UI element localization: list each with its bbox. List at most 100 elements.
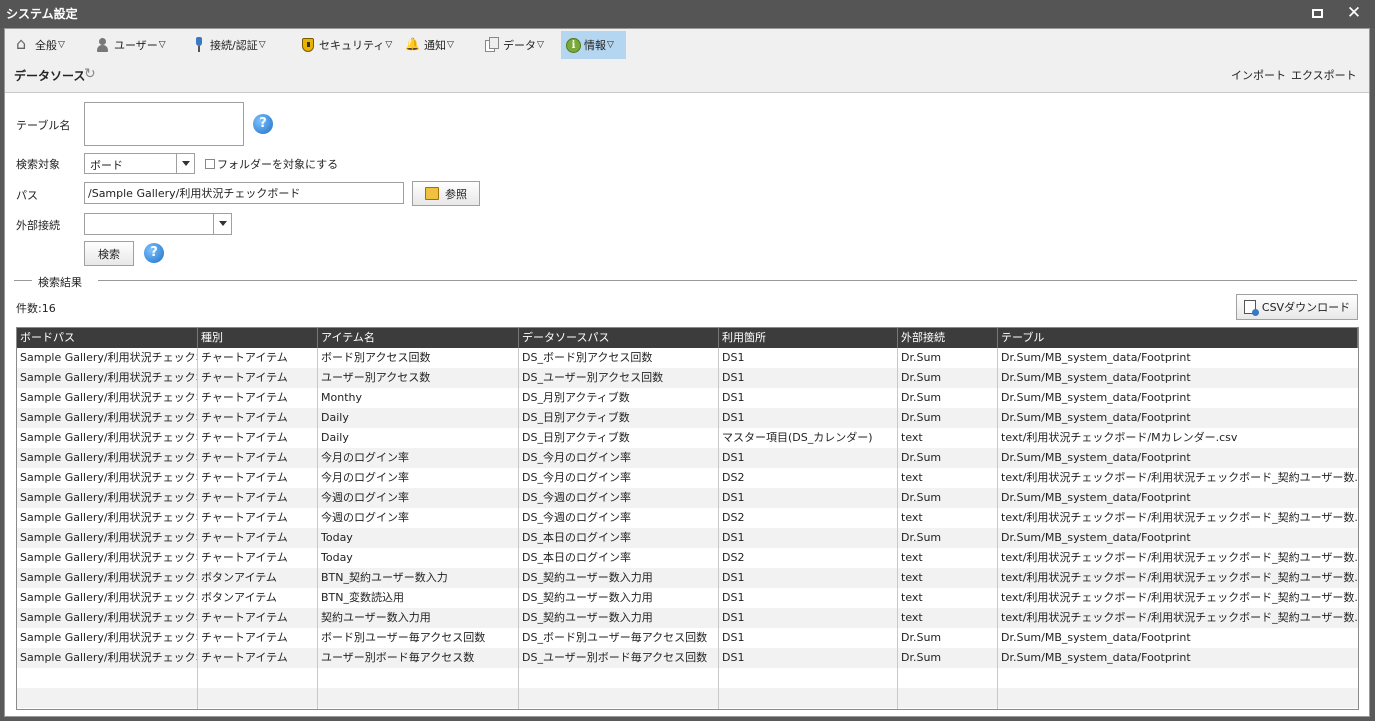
table-cell: DS_ボード別アクセス回数 (522, 351, 653, 364)
table-row[interactable]: Sample Gallery/利用状況チェックボードチャートアイテム Today D… (17, 528, 1358, 548)
table-cell: text (901, 591, 923, 604)
help-icon[interactable]: ? (144, 243, 164, 263)
table-cell: Sample Gallery/利用状況チェックボード (20, 631, 198, 644)
table-cell: DS_ユーザー別アクセス回数 (522, 371, 664, 384)
table-cell: Dr.Sum/MB_system_data/Footprint (1001, 651, 1191, 664)
table-row[interactable]: Sample Gallery/利用状況チェックボードチャートアイテム Daily D… (17, 408, 1358, 428)
refresh-icon[interactable]: ↻ (84, 66, 96, 82)
menu-data[interactable]: データ ▽ (479, 31, 549, 59)
table-cell: チャートアイテム (201, 651, 288, 664)
table-cell: チャートアイテム (201, 371, 288, 384)
table-row[interactable]: Sample Gallery/利用状況チェックボードチャートアイテム ボード別ユー… (17, 628, 1358, 648)
chevron-down-icon: ▽ (58, 40, 65, 50)
table-cell: チャートアイテム (201, 391, 288, 404)
help-icon[interactable]: ? (253, 114, 273, 134)
column-header-board-path[interactable]: ボードパス (17, 328, 198, 348)
table-row[interactable]: Sample Gallery/利用状況チェックボードボタンアイテム BTN_変数読… (17, 588, 1358, 608)
csv-download-icon (1243, 300, 1259, 316)
shield-icon (300, 37, 316, 53)
table-name-label: テーブル名 (16, 119, 71, 132)
menu-security[interactable]: セキュリティ ▽ (295, 31, 397, 59)
table-cell: Dr.Sum (901, 451, 942, 464)
browse-button[interactable]: 参照 (412, 181, 480, 206)
column-divider (897, 348, 898, 709)
search-button[interactable]: 検索 (84, 241, 134, 266)
menu-info[interactable]: i 情報 ▽ (561, 31, 626, 59)
folder-target-checkbox[interactable]: フォルダーを対象にする (205, 156, 338, 172)
table-cell: text/利用状況チェックボード/利用状況チェックボード_契約ユーザー数.csv (1001, 591, 1358, 604)
table-cell: チャートアイテム (201, 631, 288, 644)
table-row[interactable]: Sample Gallery/利用状況チェックボードチャートアイテム 契約ユーザー… (17, 608, 1358, 628)
column-header-external-connection[interactable]: 外部接続 (898, 328, 998, 348)
column-header-datasource-path[interactable]: データソースパス (519, 328, 719, 348)
table-cell: Dr.Sum (901, 411, 942, 424)
table-row[interactable]: Sample Gallery/利用状況チェックボードチャートアイテム ボード別アク… (17, 348, 1358, 368)
table-cell: チャートアイテム (201, 551, 288, 564)
table-row[interactable]: Sample Gallery/利用状況チェックボードチャートアイテム Daily D… (17, 428, 1358, 448)
table-cell: DS2 (722, 551, 745, 564)
table-row[interactable]: Sample Gallery/利用状況チェックボードチャートアイテム Monthy… (17, 388, 1358, 408)
table-cell: ボード別ユーザー毎アクセス回数 (321, 631, 486, 644)
search-target-select[interactable]: ボード (84, 153, 195, 174)
import-link[interactable]: インポート (1231, 67, 1286, 83)
menu-connection-auth[interactable]: 接続/認証 ▽ (186, 31, 271, 59)
table-cell: DS_契約ユーザー数入力用 (522, 571, 653, 584)
table-cell: マスター項目(DS_カレンダー) (722, 431, 873, 444)
table-cell: ボード別アクセス回数 (321, 351, 431, 364)
table-name-field[interactable] (84, 102, 244, 146)
table-cell: チャートアイテム (201, 491, 288, 504)
table-row[interactable]: Sample Gallery/利用状況チェックボードチャートアイテム ユーザー別ボ… (17, 648, 1358, 668)
table-cell: Sample Gallery/利用状況チェックボード (20, 451, 198, 464)
table-cell: Monthy (321, 391, 362, 404)
maximize-button[interactable] (1306, 3, 1328, 23)
menu-general[interactable]: 全般▽ (11, 31, 70, 59)
table-row[interactable]: Sample Gallery/利用状況チェックボードチャートアイテム 今週のログイ… (17, 508, 1358, 528)
divider (14, 280, 32, 281)
export-link[interactable]: エクスポート (1291, 67, 1357, 83)
table-cell: Sample Gallery/利用状況チェックボード (20, 471, 198, 484)
home-icon (16, 37, 32, 53)
table-row[interactable]: Sample Gallery/利用状況チェックボードチャートアイテム ユーザー別ア… (17, 368, 1358, 388)
table-cell: Dr.Sum (901, 391, 942, 404)
menu-label: 全般 (35, 39, 57, 52)
table-cell: Sample Gallery/利用状況チェックボード (20, 491, 198, 504)
csv-download-button[interactable]: CSVダウンロード (1236, 294, 1358, 320)
results-table: ボードパス 種別 アイテム名 データソースパス 利用箇所 外部接続 テーブル Sample … (16, 327, 1359, 710)
path-field[interactable]: /Sample Gallery/利用状況チェックボード (84, 182, 404, 204)
table-cell: チャートアイテム (201, 611, 288, 624)
table-cell: BTN_契約ユーザー数入力 (321, 571, 448, 584)
table-row[interactable]: Sample Gallery/利用状況チェックボードチャートアイテム 今月のログイ… (17, 468, 1358, 488)
table-cell: Sample Gallery/利用状況チェックボード (20, 511, 198, 524)
checkbox-box[interactable] (205, 159, 215, 169)
table-cell: ボタンアイテム (201, 571, 277, 584)
menu-label: 情報 (584, 39, 606, 52)
search-target-label: 検索対象 (16, 158, 60, 171)
toolbar: 全般▽ ユーザー▽ 接続/認証▽ セキュリティ▽ 通知▽ データ▽ i 情報▽ … (5, 29, 1369, 93)
column-header-type[interactable]: 種別 (198, 328, 318, 348)
column-header-usage[interactable]: 利用箇所 (719, 328, 898, 348)
table-row[interactable]: Sample Gallery/利用状況チェックボードチャートアイテム 今月のログイ… (17, 448, 1358, 468)
table-cell: text (901, 611, 923, 624)
menu-label: データ (503, 39, 536, 52)
table-cell: Dr.Sum (901, 651, 942, 664)
table-cell: DS1 (722, 411, 745, 424)
menu-user[interactable]: ユーザー ▽ (90, 31, 171, 59)
table-row[interactable]: Sample Gallery/利用状況チェックボードチャートアイテム Today D… (17, 548, 1358, 568)
table-cell: text (901, 571, 923, 584)
close-button[interactable]: ✕ (1343, 3, 1365, 23)
table-cell: DS_月別アクティブ数 (522, 391, 630, 404)
table-cell: DS_ユーザー別ボード毎アクセス回数 (522, 651, 708, 664)
table-row[interactable]: Sample Gallery/利用状況チェックボードチャートアイテム 今週のログイ… (17, 488, 1358, 508)
column-header-table[interactable]: テーブル (998, 328, 1358, 348)
menu-notification[interactable]: 通知▽ (400, 31, 459, 59)
table-cell: DS_今月のログイン率 (522, 471, 631, 484)
external-connection-label: 外部接続 (16, 219, 60, 232)
table-row[interactable]: Sample Gallery/利用状況チェックボードボタンアイテム BTN_契約ユ… (17, 568, 1358, 588)
table-cell: DS_今月のログイン率 (522, 451, 631, 464)
table-cell: DS1 (722, 371, 745, 384)
external-connection-select[interactable] (84, 213, 232, 235)
column-header-item-name[interactable]: アイテム名 (318, 328, 519, 348)
table-cell: Dr.Sum/MB_system_data/Footprint (1001, 491, 1191, 504)
maximize-icon (1311, 9, 1323, 18)
empty-row (17, 668, 1358, 688)
